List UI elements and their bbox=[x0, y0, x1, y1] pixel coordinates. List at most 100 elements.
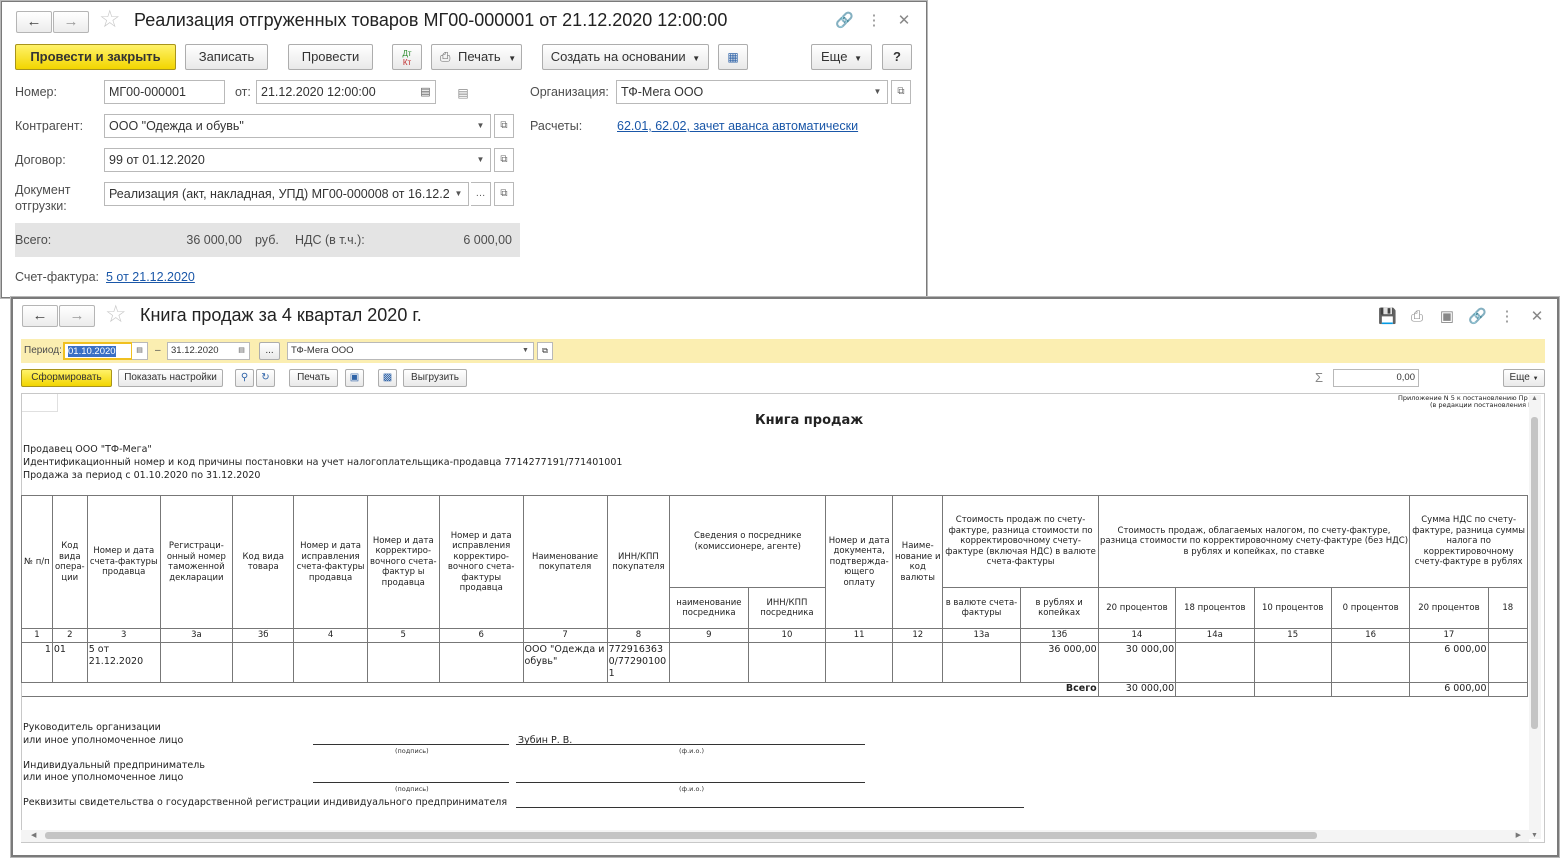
colnum: 7 bbox=[522, 628, 608, 643]
scroll-left-icon[interactable]: ◀ bbox=[31, 831, 36, 839]
cell-empty bbox=[942, 641, 1021, 683]
ip-name-line bbox=[516, 782, 865, 783]
header-c13: Стоимость продаж по счету-фактуре, разни… bbox=[942, 495, 1099, 588]
head-label-2: или иное уполномоченное лицо bbox=[23, 735, 184, 746]
header-c13a: в валюте счета-фактуры bbox=[942, 587, 1021, 629]
head-sign-line bbox=[313, 744, 509, 745]
scroll-up-icon[interactable]: ▲ bbox=[1531, 395, 1538, 402]
header-c12: Наиме-нование и код валюты bbox=[892, 495, 944, 629]
head-name-line bbox=[516, 744, 865, 745]
colnum: 6 bbox=[438, 628, 524, 643]
header-c14a: 18 процентов bbox=[1175, 587, 1255, 629]
colnum: 12 bbox=[892, 628, 944, 643]
header-c5: Номер и дата корректиро-вочного счета-фа… bbox=[366, 495, 440, 629]
cell-empty bbox=[892, 641, 944, 683]
horizontal-scrollbar[interactable]: ◀ ▶ bbox=[21, 830, 1529, 842]
colnum: 3а bbox=[159, 628, 234, 643]
sales-book-table: № п/п Код вида опера-ции Номер и дата сч… bbox=[21, 495, 1528, 697]
cell-empty bbox=[438, 641, 524, 683]
vertical-scroll-thumb[interactable] bbox=[1531, 417, 1538, 729]
header-c17-group: Сумма НДС по счету-фактуре, разница сумм… bbox=[1409, 495, 1528, 588]
colnum: 3 bbox=[86, 628, 161, 643]
header-c9-10: Сведения о посреднике (комиссионере, аге… bbox=[669, 495, 827, 588]
vertical-scrollbar[interactable]: ▲ ▼ bbox=[1529, 395, 1541, 839]
colnum: 14а bbox=[1175, 628, 1255, 643]
cell-empty bbox=[1487, 681, 1528, 697]
header-c3: Номер и дата счета-фактуры продавца bbox=[86, 495, 161, 629]
header-c14: 20 процентов bbox=[1097, 587, 1177, 629]
head-label-1: Руководитель организации bbox=[23, 722, 161, 733]
header-c3a: Регистраци-онный номер таможенной деклар… bbox=[159, 495, 234, 629]
colnum: 1 bbox=[21, 628, 53, 643]
scroll-down-icon[interactable]: ▼ bbox=[1531, 832, 1538, 839]
header-c15: 10 процентов bbox=[1253, 587, 1332, 629]
colnum: 9 bbox=[669, 628, 749, 643]
header-c17a: 18 bbox=[1487, 587, 1528, 629]
horizontal-scroll-thumb[interactable] bbox=[45, 832, 1317, 839]
table-row[interactable]: 1 01 5 от 21.12.2020 ООО "Одежда и обувь… bbox=[21, 641, 1528, 683]
total-row: Всего 30 000,00 6 000,00 bbox=[21, 681, 1528, 697]
cell-invoice: 5 от 21.12.2020 bbox=[86, 641, 161, 683]
scroll-right-icon[interactable]: ▶ bbox=[1516, 831, 1521, 839]
chevron-down-icon: ▼ bbox=[1532, 376, 1539, 382]
cell-empty bbox=[1253, 641, 1332, 683]
header-c11: Номер и дата документа, подтвержда-ющего… bbox=[825, 495, 894, 629]
cell-op-code: 01 bbox=[51, 641, 88, 683]
cell-empty bbox=[159, 641, 234, 683]
colnum: 4 bbox=[293, 628, 368, 643]
header-c7: Наименование покупателя bbox=[522, 495, 608, 629]
registration-label: Реквизиты свидетельства о государственно… bbox=[23, 797, 508, 808]
header-c3b: Код вида товара bbox=[232, 495, 295, 629]
total-base-20: 30 000,00 bbox=[1097, 681, 1177, 697]
header-c8: ИНН/КПП покупателя bbox=[606, 495, 671, 629]
cell-empty bbox=[366, 641, 440, 683]
total-vat-20: 6 000,00 bbox=[1409, 681, 1489, 697]
cell-buyer-inn: 7729163630/772901001 bbox=[606, 641, 671, 683]
column-numbers-row: 1 2 3 3а 3б 4 5 6 7 8 9 10 11 12 13а 13б… bbox=[21, 628, 1528, 643]
header-c6: Номер и дата исправления корректиро-вочн… bbox=[438, 495, 524, 629]
ip-sign-line bbox=[313, 782, 509, 783]
colnum: 14 bbox=[1097, 628, 1177, 643]
cell-empty bbox=[1175, 681, 1255, 697]
cell-empty bbox=[669, 641, 749, 683]
cell-empty bbox=[1330, 681, 1411, 697]
cell-base-20: 30 000,00 bbox=[1097, 641, 1177, 683]
header-c16: 0 процентов bbox=[1330, 587, 1411, 629]
header-c10: ИНН/КПП посредника bbox=[747, 587, 827, 629]
colnum: 3б bbox=[232, 628, 295, 643]
cell-empty bbox=[232, 641, 295, 683]
cell-n: 1 bbox=[21, 641, 53, 683]
header-c1: № п/п bbox=[21, 495, 53, 629]
header-c4: Номер и дата исправления счета-фактуры п… bbox=[293, 495, 368, 629]
ip-label-2: или иное уполномоченное лицо bbox=[23, 772, 184, 783]
cell-buyer: ООО "Одежда и обувь" bbox=[522, 641, 608, 683]
cell-empty bbox=[825, 641, 894, 683]
head-sign-caption: (подпись) bbox=[395, 747, 429, 755]
cell-rub-total: 36 000,00 bbox=[1019, 641, 1099, 683]
header-c2: Код вида опера-ции bbox=[51, 495, 88, 629]
cell-empty bbox=[1175, 641, 1255, 683]
close-icon[interactable]: ✕ bbox=[1528, 308, 1546, 326]
cell-empty bbox=[293, 641, 368, 683]
header-c14-16: Стоимость продаж, облагаемых налогом, по… bbox=[1097, 495, 1411, 588]
cell-empty bbox=[747, 641, 827, 683]
cell-empty bbox=[1487, 641, 1528, 683]
colnum: 5 bbox=[366, 628, 440, 643]
total-label: Всего bbox=[21, 681, 1099, 697]
header-c9: наименование посредника bbox=[669, 587, 749, 629]
colnum: 8 bbox=[606, 628, 671, 643]
colnum: 11 bbox=[825, 628, 894, 643]
registration-line bbox=[516, 807, 1024, 808]
colnum: 10 bbox=[747, 628, 827, 643]
colnum: 17 bbox=[1409, 628, 1489, 643]
colnum: 13б bbox=[1019, 628, 1099, 643]
cell-empty bbox=[1253, 681, 1332, 697]
ip-sign-caption: (подпись) bbox=[395, 785, 429, 793]
head-fio-caption: (ф.и.о.) bbox=[679, 747, 705, 755]
colnum: 2 bbox=[51, 628, 88, 643]
table-viewport: № п/п Код вида опера-ции Номер и дата сч… bbox=[0, 0, 1528, 858]
colnum: 16 bbox=[1330, 628, 1411, 643]
cell-vat-20: 6 000,00 bbox=[1409, 641, 1489, 683]
colnum: 13а bbox=[942, 628, 1021, 643]
ip-label-1: Индивидуальный предприниматель bbox=[23, 760, 205, 771]
